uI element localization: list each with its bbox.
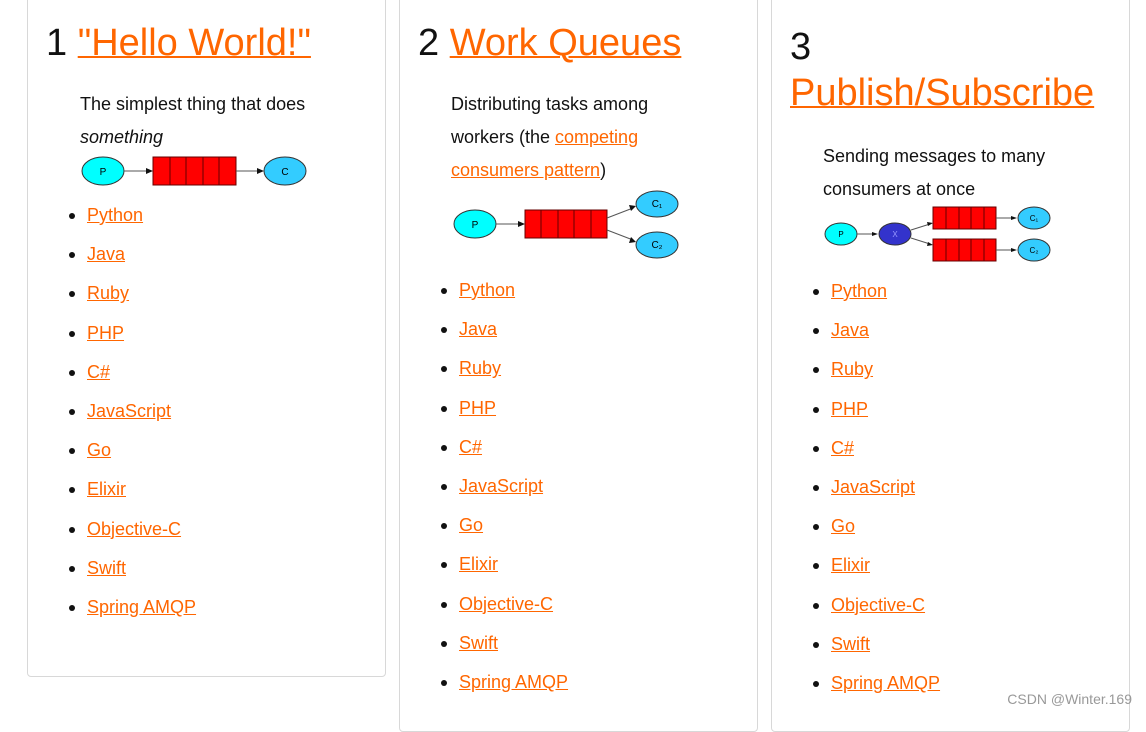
list-item: JavaScript [68,400,196,439]
tutorial-3-heading: 3 Publish/Subscribe [790,26,1095,114]
go-link[interactable]: Go [87,440,111,460]
tutorial-2-language-list: Python Java Ruby PHP C# JavaScript Go El… [440,279,568,710]
objective-c-link[interactable]: Objective-C [87,519,181,539]
go-link[interactable]: Go [459,515,483,535]
queue [152,156,237,186]
ruby-link[interactable]: Ruby [831,359,873,379]
svg-text:X: X [892,230,898,239]
watermark: CSDN @Winter.169 [1007,691,1132,707]
python-link[interactable]: Python [459,280,515,300]
objective-c-link[interactable]: Objective-C [459,594,553,614]
tutorial-3-language-list: Python Java Ruby PHP C# JavaScript Go El… [812,280,940,711]
list-item: Go [68,439,196,478]
list-item: Swift [812,633,940,672]
svg-text:P: P [100,167,107,178]
queue [932,238,997,262]
svg-text:P: P [838,230,843,239]
elixir-link[interactable]: Elixir [831,555,870,575]
elixir-link[interactable]: Elixir [87,479,126,499]
list-item: Ruby [68,282,196,321]
list-item: Python [68,204,196,243]
csharp-link[interactable]: C# [459,437,482,457]
javascript-link[interactable]: JavaScript [87,401,171,421]
work-queues-diagram: P C₁ C₂ [453,190,679,259]
queue [932,206,997,230]
spring-amqp-link[interactable]: Spring AMQP [87,597,196,617]
spring-amqp-link[interactable]: Spring AMQP [831,673,940,693]
tutorial-2-heading: 2 Work Queues [418,22,682,64]
swift-link[interactable]: Swift [831,634,870,654]
python-link[interactable]: Python [831,281,887,301]
hello-world-diagram: P C [81,156,307,186]
list-item: JavaScript [440,475,568,514]
list-item: Java [812,319,940,358]
list-item: C# [440,436,568,475]
tutorial-1-heading: 1 "Hello World!" [46,20,311,66]
svg-text:C: C [281,167,288,178]
list-item: PHP [68,322,196,361]
ruby-link[interactable]: Ruby [459,358,501,378]
java-link[interactable]: Java [831,320,869,340]
java-link[interactable]: Java [87,244,125,264]
svg-text:C₂: C₂ [1030,246,1039,255]
list-item: Spring AMQP [68,596,196,635]
list-item: Spring AMQP [440,671,568,710]
svg-text:P: P [472,220,479,231]
swift-link[interactable]: Swift [87,558,126,578]
go-link[interactable]: Go [831,516,855,536]
list-item: Java [440,318,568,357]
java-link[interactable]: Java [459,319,497,339]
list-item: Java [68,243,196,282]
python-link[interactable]: Python [87,205,143,225]
svg-text:C₂: C₂ [651,240,662,251]
svg-text:C₁: C₁ [1030,214,1039,223]
tutorial-3-title-link[interactable]: Publish/Subscribe [790,72,1094,114]
list-item: Go [812,515,940,554]
php-link[interactable]: PHP [831,399,868,419]
javascript-link[interactable]: JavaScript [459,476,543,496]
list-item: Ruby [812,358,940,397]
list-item: Spring AMQP [812,672,940,711]
publish-subscribe-diagram: P X C₁ C₂ [824,206,1051,262]
tutorial-2-title-link[interactable]: Work Queues [450,22,682,64]
list-item: Swift [68,557,196,596]
list-item: Objective-C [440,593,568,632]
tutorial-3-description: Sending messages to many consumers at on… [823,146,1046,199]
objective-c-link[interactable]: Objective-C [831,595,925,615]
javascript-link[interactable]: JavaScript [831,477,915,497]
list-item: Elixir [440,553,568,592]
tutorial-1-title-link[interactable]: "Hello World!" [78,22,311,64]
list-item: Python [812,280,940,319]
csharp-link[interactable]: C# [831,438,854,458]
list-item: Swift [440,632,568,671]
list-item: C# [68,361,196,400]
list-item: Objective-C [68,518,196,557]
php-link[interactable]: PHP [459,398,496,418]
list-item: Objective-C [812,594,940,633]
queue [524,209,608,239]
list-item: Ruby [440,357,568,396]
php-link[interactable]: PHP [87,323,124,343]
tutorial-number: 1 [46,22,68,64]
csharp-link[interactable]: C# [87,362,110,382]
list-item: Elixir [68,478,196,517]
list-item: Elixir [812,554,940,593]
list-item: Python [440,279,568,318]
tutorial-1-description: The simplest thing that does something [80,94,306,147]
ruby-link[interactable]: Ruby [87,283,129,303]
list-item: PHP [812,398,940,437]
tutorial-1-language-list: Python Java Ruby PHP C# JavaScript Go El… [68,204,196,635]
svg-text:C₁: C₁ [652,199,663,210]
list-item: JavaScript [812,476,940,515]
elixir-link[interactable]: Elixir [459,554,498,574]
list-item: PHP [440,397,568,436]
swift-link[interactable]: Swift [459,633,498,653]
list-item: C# [812,437,940,476]
spring-amqp-link[interactable]: Spring AMQP [459,672,568,692]
tutorial-2-description: Distributing tasks among workers (the co… [451,94,649,180]
list-item: Go [440,514,568,553]
